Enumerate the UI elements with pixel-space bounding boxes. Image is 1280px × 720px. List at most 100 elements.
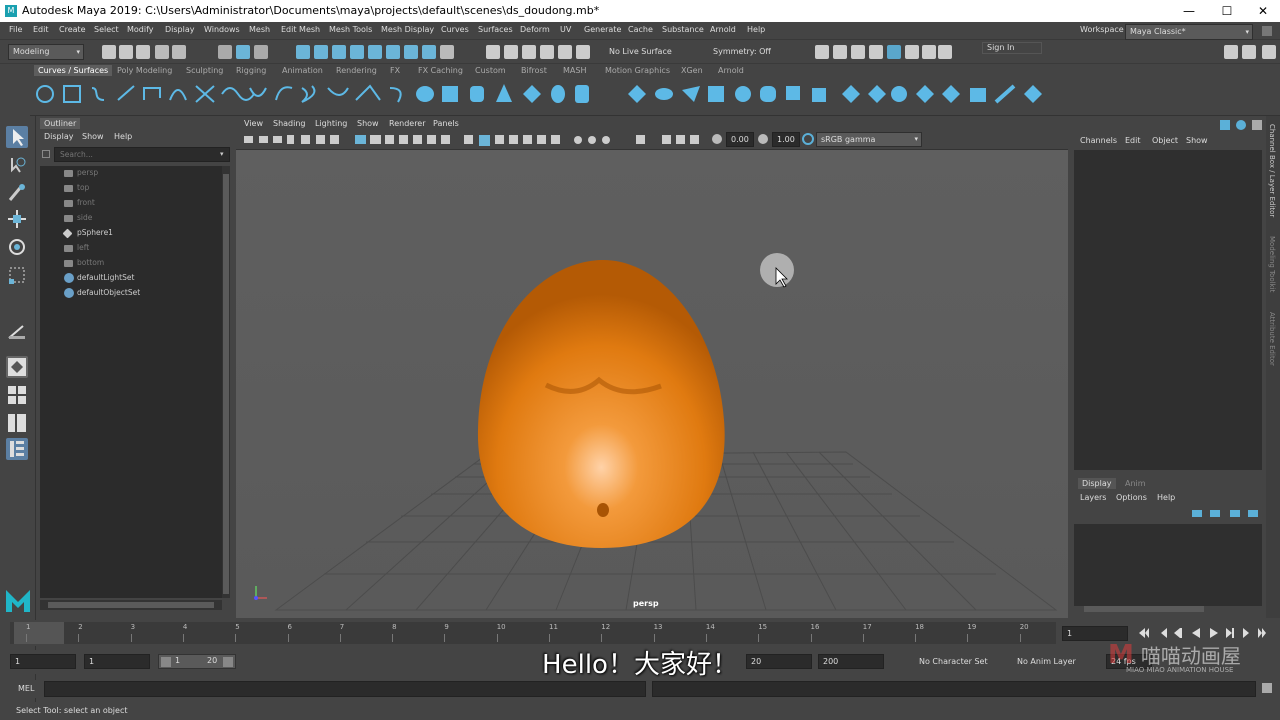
pause-render-icon[interactable] — [938, 45, 952, 59]
menu-edit-mesh[interactable]: Edit Mesh — [281, 25, 320, 34]
menu-help[interactable]: Help — [747, 25, 765, 34]
select-multi-icon[interactable] — [368, 45, 382, 59]
render-view-icon[interactable] — [833, 45, 847, 59]
view-transform-icon[interactable] — [802, 133, 814, 145]
shelf-tab-mash[interactable]: MASH — [563, 66, 586, 75]
menu-curves[interactable]: Curves — [441, 25, 469, 34]
menu-file[interactable]: File — [9, 25, 22, 34]
outliner-menu-help[interactable]: Help — [114, 132, 132, 141]
viewport-menu-panels[interactable]: Panels — [433, 119, 459, 128]
snap-curve-icon[interactable] — [504, 45, 518, 59]
channels-menu-channels[interactable]: Channels — [1080, 136, 1117, 145]
exposure-icon[interactable] — [712, 134, 722, 144]
outliner-item-psphere1[interactable]: pSphere1 — [77, 228, 113, 237]
select-curve-icon[interactable] — [422, 45, 436, 59]
menu-windows[interactable]: Windows — [204, 25, 240, 34]
outliner-layout-icon[interactable] — [6, 438, 28, 460]
rotate-tool-icon[interactable] — [6, 236, 28, 258]
select-misc-icon[interactable] — [404, 45, 418, 59]
snap-grid-icon[interactable] — [486, 45, 500, 59]
outliner-item-bottom[interactable]: bottom — [77, 258, 104, 267]
script-editor-icon[interactable] — [1262, 683, 1272, 693]
outliner-search-input[interactable] — [54, 147, 230, 162]
viewport-menu-shading[interactable]: Shading — [273, 119, 306, 128]
menu-uv[interactable]: UV — [560, 25, 571, 34]
close-button[interactable]: ✕ — [1240, 0, 1280, 22]
outliner-menu-display[interactable]: Display — [44, 132, 74, 141]
mel-input[interactable] — [44, 681, 646, 697]
snap-surface-icon[interactable] — [558, 45, 572, 59]
snap-pivot-icon[interactable] — [576, 45, 590, 59]
move-layer-down-icon[interactable] — [1210, 510, 1220, 517]
mel-label[interactable]: MEL — [18, 684, 34, 693]
menu-cache[interactable]: Cache — [628, 25, 653, 34]
menu-edit[interactable]: Edit — [33, 25, 49, 34]
filter-icon[interactable] — [42, 150, 50, 158]
shelf-tab-arnold[interactable]: Arnold — [718, 66, 744, 75]
four-view-layout-icon[interactable] — [6, 384, 28, 406]
layer-scrollbar-thumb[interactable] — [1084, 606, 1204, 612]
menu-generate[interactable]: Generate — [584, 25, 621, 34]
scrollbar-thumb[interactable] — [223, 174, 229, 594]
sign-in-button[interactable]: Sign In — [982, 42, 1042, 54]
menu-arnold[interactable]: Arnold — [710, 25, 736, 34]
channels-menu-show[interactable]: Show — [1186, 136, 1208, 145]
toggle-channel-box-icon[interactable] — [1224, 45, 1238, 59]
undo-icon[interactable] — [155, 45, 169, 59]
select-hierarchy-icon[interactable] — [218, 45, 232, 59]
new-empty-layer-icon[interactable] — [1230, 510, 1240, 517]
select-object-icon[interactable] — [236, 45, 250, 59]
channel-box-icon[interactable] — [1220, 120, 1230, 130]
channels-menu-object[interactable]: Object — [1152, 136, 1178, 145]
toggle-tool-settings-icon[interactable] — [1262, 45, 1276, 59]
live-surface-field[interactable]: No Live Surface — [604, 44, 690, 60]
viewport-menu-lighting[interactable]: Lighting — [315, 119, 347, 128]
snap-point-icon[interactable] — [522, 45, 536, 59]
snap-view-icon[interactable] — [540, 45, 554, 59]
single-perspective-layout-icon[interactable] — [6, 356, 28, 378]
outliner-item-top[interactable]: top — [77, 183, 89, 192]
shelf-tab-bifrost[interactable]: Bifrost — [521, 66, 547, 75]
shelf-tab-curves-surfaces[interactable]: Curves / Surfaces — [34, 65, 113, 76]
new-scene-icon[interactable] — [102, 45, 116, 59]
outliner-menu-show[interactable]: Show — [82, 132, 104, 141]
move-tool-icon[interactable] — [6, 208, 28, 230]
side-tab-channel-box[interactable]: Channel Box / Layer Editor — [1268, 124, 1276, 217]
shelf-tab-rendering[interactable]: Rendering — [336, 66, 377, 75]
menu-mesh-tools[interactable]: Mesh Tools — [329, 25, 372, 34]
move-layer-up-icon[interactable] — [1192, 510, 1202, 517]
menu-create[interactable]: Create — [59, 25, 86, 34]
side-tab-attribute-editor[interactable]: Attribute Editor — [1268, 312, 1276, 366]
menu-modify[interactable]: Modify — [127, 25, 154, 34]
render-setup-icon[interactable] — [905, 45, 919, 59]
viewport-menu-renderer[interactable]: Renderer — [389, 119, 426, 128]
open-scene-icon[interactable] — [119, 45, 133, 59]
select-tool-icon[interactable] — [6, 126, 28, 148]
shelf-tab-fx-caching[interactable]: FX Caching — [418, 66, 463, 75]
menu-select[interactable]: Select — [94, 25, 119, 34]
scrollbar-thumb[interactable] — [48, 602, 214, 608]
outliner-item-defaultobjectset[interactable]: defaultObjectSet — [77, 288, 140, 297]
layer-menu-options[interactable]: Options — [1116, 493, 1147, 502]
outliner-item-defaultlightset[interactable]: defaultLightSet — [77, 273, 134, 282]
shelf-tab-sculpting[interactable]: Sculpting — [186, 66, 223, 75]
workspace-dropdown[interactable]: Maya Classic* ▾ — [1125, 24, 1253, 40]
chevron-down-icon[interactable]: ▾ — [220, 150, 224, 158]
last-tool-icon[interactable] — [6, 320, 28, 342]
layout-icon[interactable] — [1262, 26, 1272, 36]
current-frame-marker[interactable] — [14, 622, 64, 644]
menu-set-dropdown[interactable]: Modeling ▾ — [8, 44, 84, 60]
new-layer-selected-icon[interactable] — [1248, 510, 1258, 517]
current-frame-field[interactable]: 1 — [1062, 626, 1128, 641]
menu-display[interactable]: Display — [165, 25, 195, 34]
shelf-tab-custom[interactable]: Custom — [475, 66, 506, 75]
shelf-tab-fx[interactable]: FX — [390, 66, 400, 75]
save-scene-icon[interactable] — [136, 45, 150, 59]
menu-surfaces[interactable]: Surfaces — [478, 25, 513, 34]
gamma-icon[interactable] — [758, 134, 768, 144]
menu-mesh[interactable]: Mesh — [249, 25, 270, 34]
render-frame-icon[interactable] — [815, 45, 829, 59]
hypershade-icon[interactable] — [887, 45, 901, 59]
persp-outliner-layout-icon[interactable] — [6, 412, 28, 434]
toggle-attribute-editor-icon[interactable] — [1242, 45, 1256, 59]
